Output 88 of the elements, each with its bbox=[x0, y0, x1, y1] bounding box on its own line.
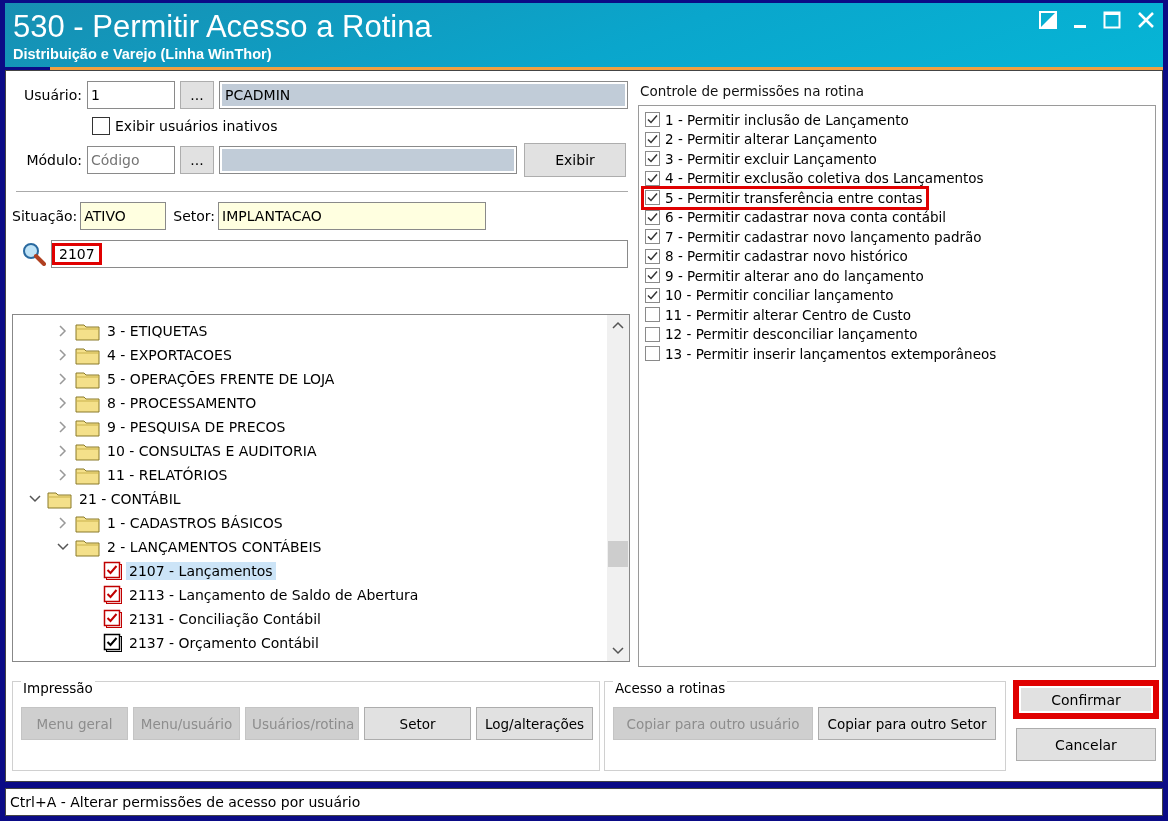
search-icon bbox=[22, 242, 46, 266]
browse-button[interactable]: ... bbox=[180, 146, 214, 174]
field-label: Usuário: bbox=[23, 87, 82, 103]
permission-label: 7 - Permitir cadastrar novo lançamento padrão bbox=[665, 228, 982, 245]
checkbox[interactable] bbox=[645, 346, 660, 362]
checkbox[interactable] bbox=[92, 117, 110, 135]
action-button[interactable]: Copiar para outro Setor bbox=[818, 707, 996, 740]
checked-checkbox[interactable] bbox=[645, 268, 660, 284]
show-button[interactable]: Exibir bbox=[524, 143, 626, 177]
checked-checkbox[interactable] bbox=[645, 287, 660, 303]
folder-icon bbox=[75, 369, 101, 389]
group-title: Impressão bbox=[21, 680, 95, 696]
checked-checkbox[interactable] bbox=[645, 190, 660, 206]
checked-checkbox[interactable] bbox=[645, 112, 660, 128]
checked-checkbox[interactable] bbox=[645, 151, 660, 167]
checkbox[interactable] bbox=[645, 307, 660, 323]
window-title: 530 - Permitir Acesso a Rotina bbox=[13, 9, 432, 45]
status-field: ATIVO bbox=[80, 202, 167, 230]
tree-item[interactable]: 2107 - Lançamentos bbox=[126, 562, 276, 580]
checked-checkbox[interactable] bbox=[103, 609, 123, 629]
folder-icon bbox=[75, 513, 101, 533]
tree-item[interactable]: 8 - PROCESSAMENTO bbox=[104, 394, 260, 412]
permission-label: 13 - Permitir inserir lançamentos extemporâneos bbox=[665, 345, 997, 362]
name-field: PCADMIN bbox=[219, 81, 628, 109]
tree-item[interactable]: 2 - LANÇAMENTOS CONTÁBEIS bbox=[104, 538, 325, 556]
browse-button[interactable]: ... bbox=[180, 81, 214, 109]
tree-item[interactable]: 21 - CONTÁBIL bbox=[76, 490, 184, 508]
tree-item[interactable]: 2131 - Conciliação Contábil bbox=[126, 610, 324, 628]
group-title: Acesso a rotinas bbox=[613, 680, 728, 696]
folder-icon bbox=[75, 537, 101, 557]
input-field[interactable]: 1 bbox=[87, 81, 175, 109]
tree-item[interactable]: 5 - OPERAÇÕES FRENTE DE LOJA bbox=[104, 370, 338, 388]
checked-checkbox[interactable] bbox=[645, 248, 660, 264]
dialog-button[interactable]: Cancelar bbox=[1016, 728, 1156, 761]
checked-checkbox[interactable] bbox=[103, 633, 123, 653]
checked-checkbox[interactable] bbox=[645, 229, 660, 245]
maximize-icon[interactable] bbox=[1103, 11, 1121, 29]
scroll-down-icon[interactable] bbox=[612, 647, 624, 655]
tree-item[interactable]: 3 - ETIQUETAS bbox=[104, 322, 211, 340]
field-label: Setor: bbox=[173, 208, 216, 224]
scrollbar[interactable] bbox=[607, 315, 629, 661]
permission-label: 1 - Permitir inclusão de Lançamento bbox=[665, 111, 909, 128]
tree-item[interactable]: 11 - RELATÓRIOS bbox=[104, 466, 231, 484]
folder-icon bbox=[75, 441, 101, 461]
folder-icon bbox=[47, 489, 73, 509]
sector-field: IMPLANTACAO bbox=[218, 202, 487, 230]
checked-checkbox[interactable] bbox=[645, 170, 660, 186]
search-field[interactable]: 2107 bbox=[51, 240, 628, 268]
checked-checkbox[interactable] bbox=[645, 131, 660, 147]
tree-item[interactable]: 2137 - Orçamento Contábil bbox=[126, 634, 322, 652]
permission-label: 11 - Permitir alterar Centro de Custo bbox=[665, 306, 912, 323]
folder-icon bbox=[75, 465, 101, 485]
action-button[interactable]: Setor bbox=[364, 707, 472, 740]
close-icon[interactable] bbox=[1137, 11, 1155, 29]
folder-icon bbox=[75, 393, 101, 413]
permission-label: 9 - Permitir alterar ano do lançamento bbox=[665, 267, 924, 284]
tree-item[interactable]: 4 - EXPORTACOES bbox=[104, 346, 235, 364]
input-field[interactable]: Código bbox=[87, 146, 175, 174]
checkbox-label: Exibir usuários inativos bbox=[115, 118, 278, 134]
folder-icon bbox=[75, 321, 101, 341]
permission-label: 10 - Permitir conciliar lançamento bbox=[665, 287, 894, 304]
window-subtitle: Distribuição e Varejo (Linha WinThor) bbox=[13, 45, 273, 63]
permission-label: 5 - Permitir transferência entre contas bbox=[665, 189, 923, 206]
tree-item[interactable]: 10 - CONSULTAS E AUDITORIA bbox=[104, 442, 320, 460]
tree-item[interactable]: 9 - PESQUISA DE PRECOS bbox=[104, 418, 289, 436]
permissions-title: Controle de permissões na rotina bbox=[639, 82, 866, 101]
checked-checkbox[interactable] bbox=[103, 585, 123, 605]
permission-label: 4 - Permitir exclusão coletiva dos Lançamentos bbox=[665, 170, 984, 187]
permission-label: 3 - Permitir excluir Lançamento bbox=[665, 150, 877, 167]
scroll-thumb[interactable] bbox=[608, 541, 628, 567]
field-label: Módulo: bbox=[25, 152, 82, 168]
action-button[interactable]: Log/alterações bbox=[476, 707, 593, 740]
permission-label: 6 - Permitir cadastrar nova conta contábil bbox=[665, 209, 946, 226]
folder-icon bbox=[75, 345, 101, 365]
permission-label: 12 - Permitir desconciliar lançamento bbox=[665, 326, 918, 343]
restore-icon[interactable] bbox=[1039, 11, 1057, 29]
tree-item[interactable]: 1 - CADASTROS BÁSICOS bbox=[104, 514, 286, 532]
folder-icon bbox=[75, 417, 101, 437]
permission-label: 8 - Permitir cadastrar novo histórico bbox=[665, 248, 908, 265]
scroll-up-icon[interactable] bbox=[612, 321, 624, 329]
checkbox[interactable] bbox=[645, 326, 660, 342]
permission-label: 2 - Permitir alterar Lançamento bbox=[665, 131, 877, 148]
checked-checkbox[interactable] bbox=[645, 209, 660, 225]
tree-item[interactable]: 2113 - Lançamento de Saldo de Abertura bbox=[126, 586, 422, 604]
checked-checkbox[interactable] bbox=[103, 561, 123, 581]
field-label: Situação: bbox=[12, 208, 78, 224]
status-bar: Ctrl+A - Alterar permissões de acesso por usuário bbox=[5, 788, 1163, 816]
dialog-button[interactable]: Confirmar bbox=[1016, 683, 1156, 716]
